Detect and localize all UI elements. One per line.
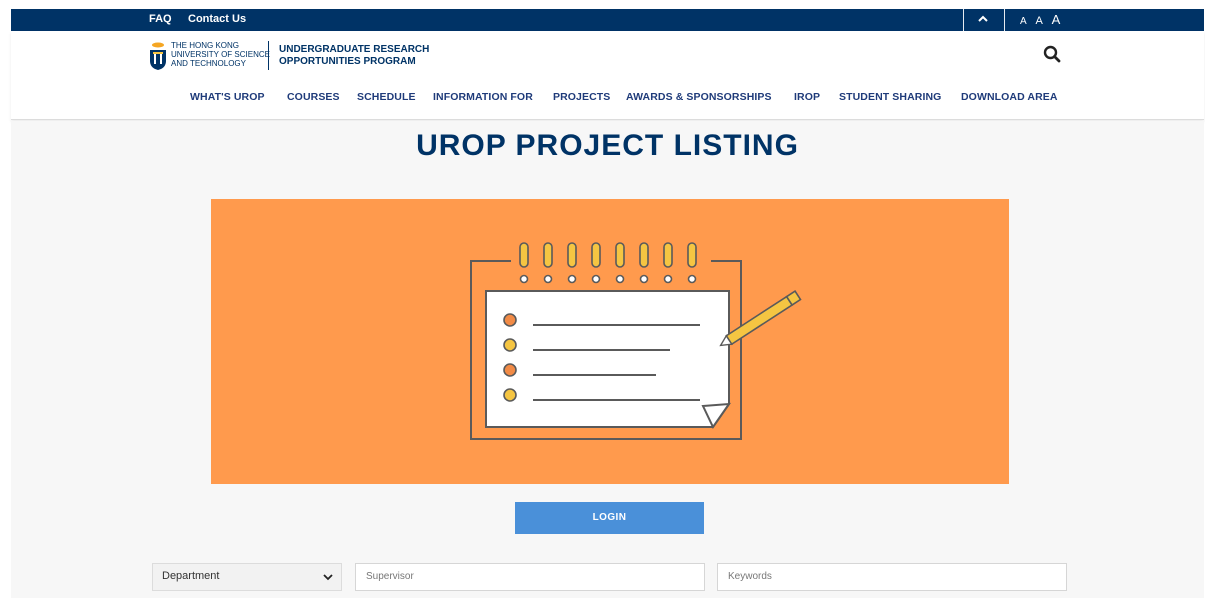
keywords-input[interactable] [717, 563, 1067, 591]
nav-information-for[interactable]: INFORMATION FOR [433, 91, 533, 103]
nav-schedule[interactable]: SCHEDULE [357, 91, 416, 103]
logo-divider [268, 41, 269, 70]
nav-download-area[interactable]: DOWNLOAD AREA [961, 91, 1058, 103]
project-filters: Department [11, 563, 1204, 591]
main-content: UROP PROJECT LISTING LOGIN Department Su… [11, 121, 1204, 598]
page-title: UROP PROJECT LISTING [416, 129, 799, 162]
supervisor-input[interactable] [355, 563, 705, 591]
department-select-value: Department [162, 570, 220, 582]
top-utility-bar: FAQ Contact Us A A A [11, 9, 1204, 31]
login-button[interactable]: LOGIN [515, 502, 704, 534]
font-size-small[interactable]: A [1020, 16, 1027, 27]
department-select[interactable]: Department [152, 563, 342, 591]
nav-courses[interactable]: COURSES [287, 91, 340, 103]
font-size-medium[interactable]: A [1035, 15, 1042, 27]
program-title[interactable]: UNDERGRADUATE RESEARCH OPPORTUNITIES PRO… [279, 44, 429, 68]
search-icon[interactable] [1043, 45, 1061, 63]
main-nav: WHAT'S UROP COURSES SCHEDULE INFORMATION… [11, 91, 1204, 107]
project-listing-banner [211, 199, 1009, 484]
chevron-up-icon[interactable] [977, 12, 989, 26]
faq-link[interactable]: FAQ [149, 13, 172, 25]
nav-awards-sponsorships[interactable]: AWARDS & SPONSORSHIPS [626, 91, 772, 103]
nav-irop[interactable]: IROP [794, 91, 820, 103]
nav-student-sharing[interactable]: STUDENT SHARING [839, 91, 941, 103]
nav-projects[interactable]: PROJECTS [553, 91, 610, 103]
university-name[interactable]: THE HONG KONG UNIVERSITY OF SCIENCE AND … [171, 41, 270, 68]
nav-whats-urop[interactable]: WHAT'S UROP [190, 91, 265, 103]
topbar-divider [963, 9, 964, 31]
page: FAQ Contact Us A A A THE HONG KONG UNIVE… [0, 0, 1205, 598]
contact-us-link[interactable]: Contact Us [188, 13, 246, 25]
topbar-divider [1004, 9, 1005, 31]
hkust-emblem-icon[interactable] [148, 41, 168, 71]
notepad-checklist-pencil-icon [470, 242, 802, 440]
chevron-down-icon [323, 574, 333, 581]
font-size-controls: A A A [1020, 12, 1066, 27]
font-size-large[interactable]: A [1052, 12, 1061, 27]
site-header: THE HONG KONG UNIVERSITY OF SCIENCE AND … [11, 31, 1204, 120]
